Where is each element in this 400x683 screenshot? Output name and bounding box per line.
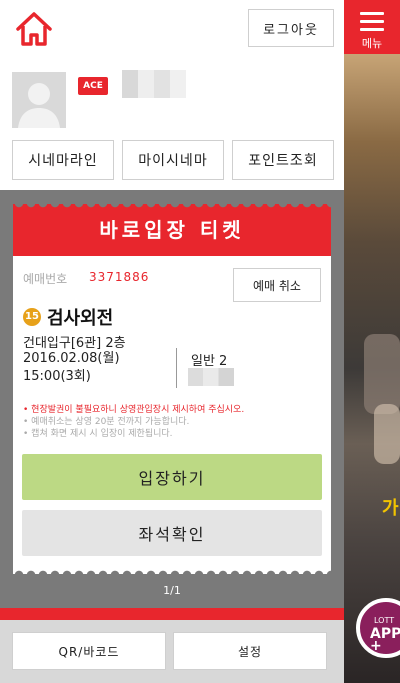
notice-list: • 현장발권이 불필요하니 상영관입장시 제시하여 주십시오. • 예매취소는 … bbox=[23, 404, 323, 440]
bottom-bar: QR/바코드 설정 bbox=[0, 620, 344, 683]
qr-barcode-button[interactable]: QR/바코드 bbox=[12, 632, 166, 670]
quick-menu: 시네마라인 마이시네마 포인트조회 bbox=[12, 140, 334, 180]
enter-button[interactable]: 입장하기 bbox=[22, 454, 322, 500]
show-datetime: 2016.02.08(월) 15:00(3회) bbox=[23, 350, 120, 386]
menu-label: 메뉴 bbox=[361, 37, 383, 50]
bottom-accent-bar bbox=[0, 608, 344, 620]
theater-info: 건대입구[6관] 2층 bbox=[23, 336, 126, 351]
reservation-label: 예매번호 bbox=[23, 272, 68, 286]
home-icon[interactable] bbox=[14, 10, 54, 48]
background-page: 가 메뉴 bbox=[344, 0, 400, 683]
cinema-line-button[interactable]: 시네마라인 bbox=[12, 140, 114, 180]
photo-detail bbox=[364, 334, 400, 414]
side-panel: 로그아웃 ACE 시네마라인 마이시네마 포인트조회 바로입장 티켓 예매번호 … bbox=[0, 0, 344, 683]
logout-button[interactable]: 로그아웃 bbox=[248, 9, 334, 47]
ticket-card: 바로입장 티켓 예매번호 3371886 예매 취소 15 검사외전 건대입구[… bbox=[13, 204, 331, 570]
page-indicator: 1/1 bbox=[163, 584, 181, 597]
notice-item: • 현장발권이 불필요하니 상영관입장시 제시하여 주십시오. bbox=[23, 405, 245, 415]
ticket-edge bbox=[13, 566, 331, 574]
notice-item: • 예매취소는 상영 20분 전까지 가능합니다. bbox=[23, 417, 190, 427]
user-name-redacted bbox=[122, 70, 186, 98]
photo-detail bbox=[374, 404, 400, 464]
age-rating-badge: 15 bbox=[23, 308, 41, 326]
show-date: 2016.02.08(월) bbox=[23, 351, 120, 366]
cancel-reservation-button[interactable]: 예매 취소 bbox=[233, 268, 321, 302]
menu-button[interactable]: 메뉴 bbox=[344, 0, 400, 54]
user-silhouette-icon bbox=[12, 72, 66, 128]
top-bar: 로그아웃 bbox=[0, 0, 344, 60]
grade-badge: ACE bbox=[78, 77, 108, 95]
point-inquiry-button[interactable]: 포인트조회 bbox=[232, 140, 334, 180]
my-cinema-button[interactable]: 마이시네마 bbox=[122, 140, 224, 180]
movie-title: 검사외전 bbox=[47, 308, 114, 329]
background-movie-photo: 가 bbox=[344, 54, 400, 683]
profile-section: ACE 시네마라인 마이시네마 포인트조회 bbox=[0, 60, 344, 190]
ticket-header-title: 바로입장 티켓 bbox=[13, 204, 331, 256]
divider bbox=[176, 348, 177, 388]
seat-type: 일반 2 bbox=[191, 354, 228, 369]
show-time: 15:00(3회) bbox=[23, 369, 91, 384]
lotte-app-badge-plus: + bbox=[370, 638, 382, 654]
avatar bbox=[12, 72, 66, 128]
seat-check-button[interactable]: 좌석확인 bbox=[22, 510, 322, 556]
lotte-app-badge-top: LOTT bbox=[374, 616, 395, 625]
ticket-body: 예매번호 3371886 예매 취소 15 검사외전 건대입구[6관] 2층 2… bbox=[13, 256, 331, 570]
seat-number-redacted bbox=[188, 368, 234, 386]
promo-text: 가 bbox=[382, 498, 399, 519]
reservation-number: 3371886 bbox=[89, 270, 150, 284]
notice-item: • 캡쳐 화면 제시 시 입장이 제한됩니다. bbox=[23, 429, 173, 439]
settings-button[interactable]: 설정 bbox=[173, 632, 327, 670]
hamburger-icon bbox=[360, 12, 384, 36]
